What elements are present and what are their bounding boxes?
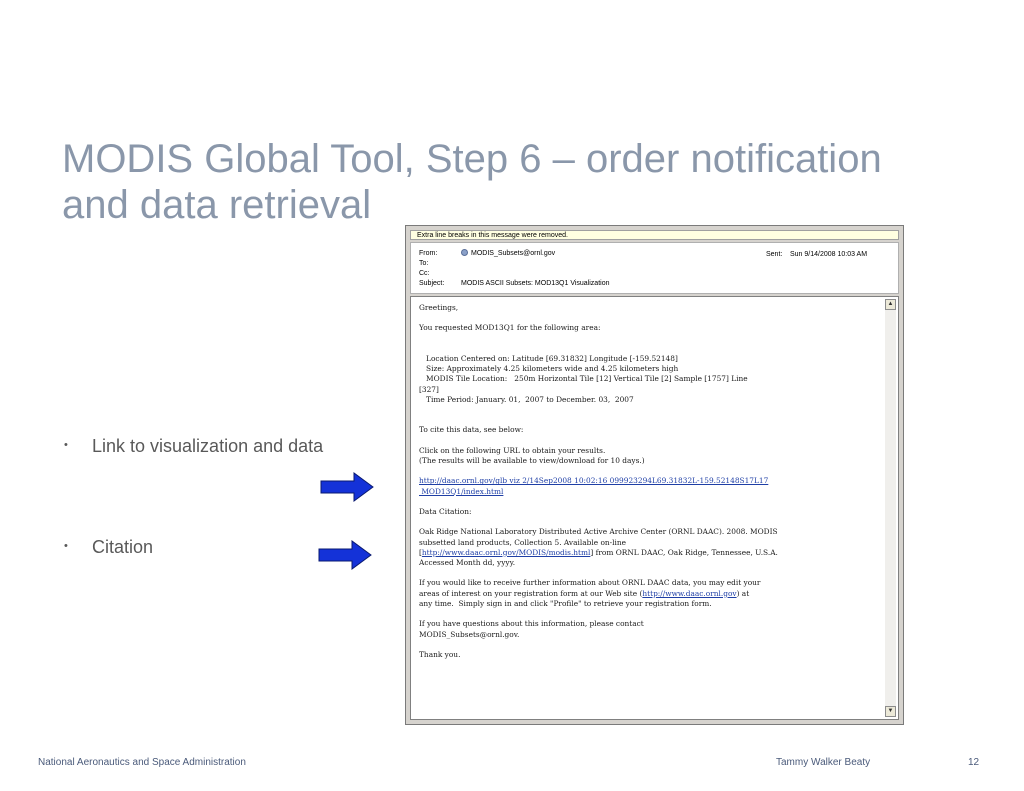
time-period-line: Time Period: January. 01, 2007 to Decemb…: [419, 394, 634, 404]
greeting-line: Greetings,: [419, 303, 459, 312]
contact-icon[interactable]: [461, 249, 468, 256]
bullet-item-link: • Link to visualization and data: [64, 436, 323, 457]
info-line-2-end: ) at: [736, 588, 750, 598]
info-bar: Extra line breaks in this message were r…: [410, 230, 899, 240]
email-body-text: Greetings, You requested MOD13Q1 for the…: [419, 303, 885, 660]
request-line: You requested MOD13Q1 for the following …: [419, 323, 601, 333]
bullet-dot: •: [64, 439, 68, 451]
slide-title-line-1: MODIS Global Tool, Step 6 – order notifi…: [62, 137, 882, 181]
footer-page-number: 12: [968, 757, 980, 768]
cc-row: Cc:: [419, 269, 461, 279]
bullet-dot: •: [64, 540, 68, 552]
to-label: To:: [419, 260, 429, 267]
from-value[interactable]: MODIS_Subsets@ornl.gov: [471, 250, 555, 257]
citation-line-4: Accessed Month dd, yyyy.: [419, 558, 516, 568]
questions-line-2: MODIS_Subsets@ornl.gov.: [419, 629, 520, 639]
subject-row: Subject: MODIS ASCII Subsets: MOD13Q1 Vis…: [419, 279, 610, 289]
thanks-line: Thank you.: [419, 649, 461, 659]
results-url-link[interactable]: http://daac.ornl.gov/glb viz 2/14Sep2008…: [419, 476, 768, 485]
info-line-1: If you would like to receive further inf…: [419, 578, 761, 588]
vertical-scrollbar[interactable]: ▲ ▼: [885, 299, 896, 717]
from-row: From: MODIS_Subsets@ornl.gov: [419, 249, 555, 259]
daac-url-link[interactable]: http://www.daac.ornl.gov: [642, 589, 736, 598]
from-label: From:: [419, 250, 438, 257]
footer-author: Tammy Walker Beaty: [776, 757, 871, 768]
scroll-up-icon[interactable]: ▲: [885, 299, 896, 310]
sent-row: Sent: Sun 9/14/2008 10:03 AM: [766, 250, 867, 260]
email-body[interactable]: Greetings, You requested MOD13Q1 for the…: [410, 296, 899, 720]
bullet-item-citation: • Citation: [64, 537, 153, 558]
sent-value: Sun 9/14/2008 10:03 AM: [790, 251, 868, 258]
subject-label: Subject:: [419, 280, 445, 287]
arrow-right-icon: [320, 472, 374, 502]
citation-line-3-rest: ] from ORNL DAAC, Oak Ridge, Tennessee, …: [590, 547, 778, 557]
slide-title-line-2: and data retrieval: [62, 183, 372, 227]
questions-line-1: If you have questions about this informa…: [419, 619, 644, 629]
size-line: Size: Approximately 4.25 kilometers wide…: [419, 364, 679, 374]
bullet-label: Citation: [92, 537, 154, 557]
availability-line: (The results will be available to view/d…: [419, 456, 645, 466]
info-line-2-start: areas of interest on your registration f…: [419, 588, 643, 598]
subject-value: MODIS ASCII Subsets: MOD13Q1 Visualizati…: [461, 280, 610, 287]
bullet-label: Link to visualization and data: [92, 436, 324, 456]
click-instruction-line: Click on the following URL to obtain you…: [419, 445, 606, 455]
to-row: To:: [419, 259, 461, 269]
email-window: Extra line breaks in this message were r…: [405, 225, 904, 725]
location-line: Location Centered on: Latitude [69.31832…: [419, 354, 678, 364]
sent-label: Sent:: [766, 251, 783, 258]
cite-intro-line: To cite this data, see below:: [419, 425, 524, 435]
citation-line-1: Oak Ridge National Laboratory Distribute…: [419, 527, 778, 537]
tile-line: MODIS Tile Location: 250m Horizontal Til…: [419, 374, 748, 384]
email-headers: From: MODIS_Subsets@ornl.gov To: Cc: Subj…: [410, 242, 899, 294]
arrow-right-icon: [318, 540, 372, 570]
modis-url-link[interactable]: http://www.daac.ornl.gov/MODIS/modis.htm…: [422, 548, 591, 557]
scroll-down-icon[interactable]: ▼: [885, 706, 896, 717]
info-line-3: any time. Simply sign in and click "Prof…: [419, 598, 712, 608]
footer-organization: National Aeronautics and Space Administr…: [38, 757, 246, 768]
citation-label: Data Citation:: [419, 507, 472, 517]
tile-line-continued: [327]: [419, 384, 439, 394]
results-url-link-continued[interactable]: MOD13Q1/index.html: [419, 487, 503, 496]
cc-label: Cc:: [419, 270, 430, 277]
slide-title: MODIS Global Tool, Step 6 – order notifi…: [62, 136, 962, 228]
citation-line-2: subsetted land products, Collection 5. A…: [419, 537, 627, 547]
